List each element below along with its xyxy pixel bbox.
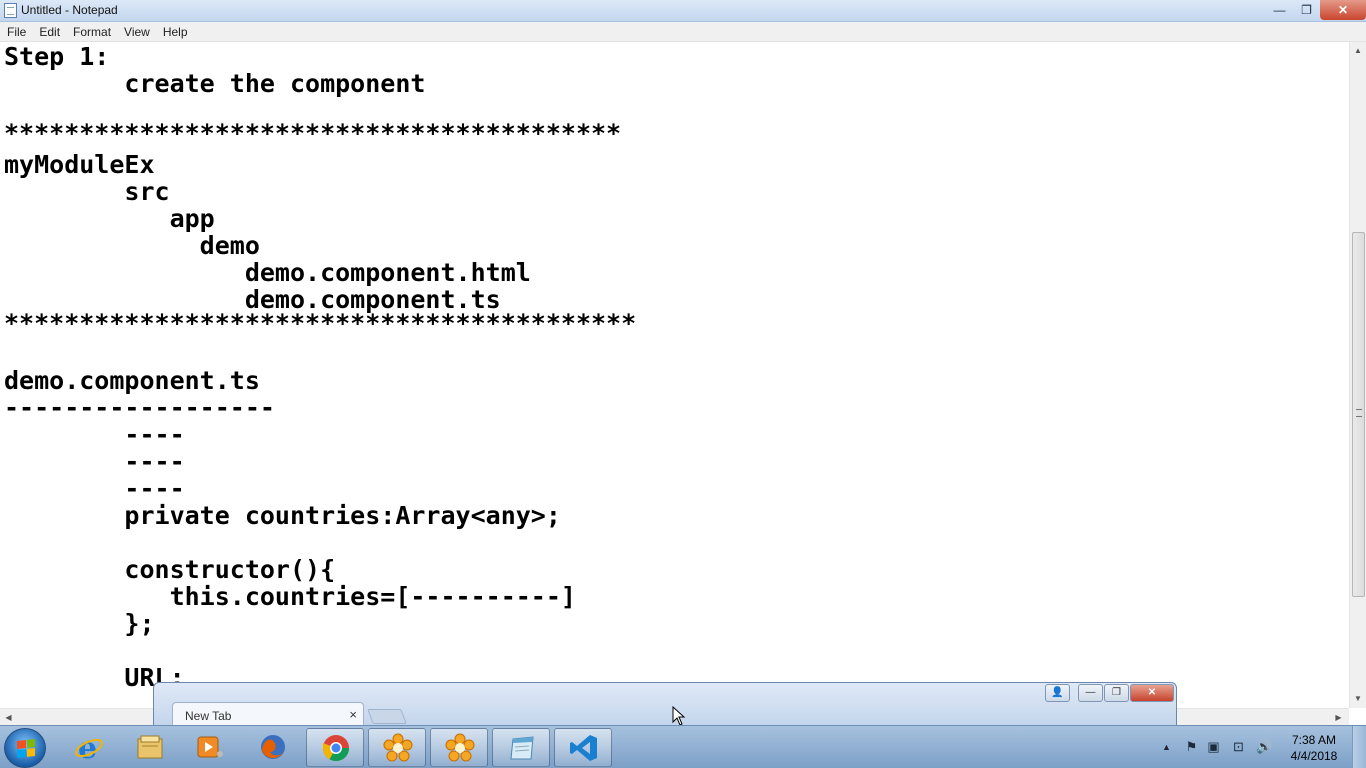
taskbar-notepad[interactable] xyxy=(492,728,550,767)
maximize-button[interactable]: ❐ xyxy=(1293,0,1320,20)
editor-line: create the component xyxy=(4,69,426,98)
scroll-left-arrow-icon[interactable]: ◀ xyxy=(0,709,17,726)
taskbar-chrome[interactable] xyxy=(306,728,364,767)
desktop: Untitled - Notepad — ❐ ✕ File Edit Forma… xyxy=(0,0,1366,768)
editor-line: Step 1: xyxy=(4,42,110,71)
menu-view[interactable]: View xyxy=(117,22,156,41)
notepad-app-icon xyxy=(510,736,534,760)
editor-line: private countries:Array<any>; xyxy=(4,501,561,530)
media-player-icon xyxy=(197,736,223,758)
clock-date: 4/4/2018 xyxy=(1290,749,1338,763)
menu-edit[interactable]: Edit xyxy=(32,22,66,41)
internet-explorer-icon: e xyxy=(75,732,103,762)
browser-window-controls: 👤 — ❐ ✕ xyxy=(1045,684,1174,702)
mouse-cursor-icon xyxy=(672,706,686,726)
menu-help[interactable]: Help xyxy=(156,22,194,41)
vertical-scroll-thumb[interactable] xyxy=(1352,232,1365,597)
menu-format[interactable]: Format xyxy=(66,22,117,41)
menu-file[interactable]: File xyxy=(0,22,32,41)
editor-line: }; xyxy=(4,609,155,638)
browser-window[interactable]: New Tab × 👤 — ❐ ✕ xyxy=(153,682,1177,728)
flower-app-icon xyxy=(383,733,413,762)
editor-line: ------------------ xyxy=(4,393,275,422)
vertical-scrollbar[interactable]: ▲ ▼ xyxy=(1349,42,1366,708)
tab-close-icon[interactable]: × xyxy=(349,707,357,722)
editor-line: demo xyxy=(4,231,260,260)
scroll-down-arrow-icon[interactable]: ▼ xyxy=(1350,690,1366,707)
editor-line: this.countries=[----------] xyxy=(4,582,576,611)
editor-line: ---- xyxy=(4,420,185,449)
grip-icon xyxy=(1356,409,1362,417)
editor-line: ****************************************… xyxy=(4,309,637,338)
editor-line: demo.component.ts xyxy=(4,366,260,395)
flower-app-icon-2 xyxy=(445,733,475,762)
notepad-title-bar[interactable]: Untitled - Notepad — ❐ ✕ xyxy=(0,0,1366,22)
editor-line: ---- xyxy=(4,447,185,476)
taskbar-clock[interactable]: 7:38 AM 4/4/2018 xyxy=(1284,732,1344,764)
browser-maximize-button[interactable]: ❐ xyxy=(1104,684,1129,702)
window-controls: — ❐ ✕ xyxy=(1266,0,1366,20)
taskbar-file-explorer[interactable] xyxy=(121,728,179,767)
editor-line: myModuleEx xyxy=(4,150,155,179)
browser-close-button[interactable]: ✕ xyxy=(1130,684,1174,702)
scroll-right-arrow-icon[interactable]: ▶ xyxy=(1330,709,1347,726)
chrome-icon xyxy=(322,735,350,762)
editor-line: ****************************************… xyxy=(4,119,622,148)
volume-icon[interactable]: 🔊 xyxy=(1256,739,1272,754)
file-explorer-icon xyxy=(137,735,163,759)
taskbar-flower-app[interactable] xyxy=(368,728,426,767)
taskbar-media-player[interactable] xyxy=(181,728,239,767)
clock-time: 7:38 AM xyxy=(1291,733,1337,747)
firefox-icon xyxy=(261,735,285,759)
taskbar-flower-app-2[interactable] xyxy=(430,728,488,767)
window-title: Untitled - Notepad xyxy=(21,3,118,17)
editor-line: constructor(){ xyxy=(4,555,336,584)
show-desktop-button[interactable] xyxy=(1352,726,1366,768)
new-tab-button[interactable] xyxy=(367,709,407,724)
device-icon[interactable]: ▣ xyxy=(1206,739,1221,754)
editor-line: app xyxy=(4,204,215,233)
taskbar: e ▲ ⚑ ▣ ⊡ 🔊 7:38 AM 4/4/2018 xyxy=(0,725,1366,768)
taskbar-vscode[interactable] xyxy=(554,728,612,767)
taskbar-firefox[interactable] xyxy=(244,728,302,767)
text-editor[interactable]: Step 1: create the component ***********… xyxy=(0,42,1349,708)
scroll-up-arrow-icon[interactable]: ▲ xyxy=(1350,42,1366,59)
editor-line: demo.component.html xyxy=(4,258,531,287)
show-hidden-icons-button[interactable]: ▲ xyxy=(1162,742,1171,752)
minimize-button[interactable]: — xyxy=(1266,0,1293,20)
menu-bar: File Edit Format View Help xyxy=(0,22,1366,42)
vscode-icon xyxy=(570,735,597,761)
browser-minimize-button[interactable]: — xyxy=(1078,684,1103,702)
editor-line: ---- xyxy=(4,474,185,503)
tab-title: New Tab xyxy=(185,709,232,723)
action-center-flag-icon[interactable]: ⚑ xyxy=(1184,739,1199,754)
close-button[interactable]: ✕ xyxy=(1320,0,1366,20)
taskbar-internet-explorer[interactable]: e xyxy=(60,728,118,767)
notepad-icon[interactable] xyxy=(4,3,17,18)
editor-line: src xyxy=(4,177,170,206)
network-icon[interactable]: ⊡ xyxy=(1231,739,1246,754)
windows-logo-icon xyxy=(17,739,35,758)
user-profile-button[interactable]: 👤 xyxy=(1045,684,1070,702)
start-button[interactable] xyxy=(4,728,46,768)
